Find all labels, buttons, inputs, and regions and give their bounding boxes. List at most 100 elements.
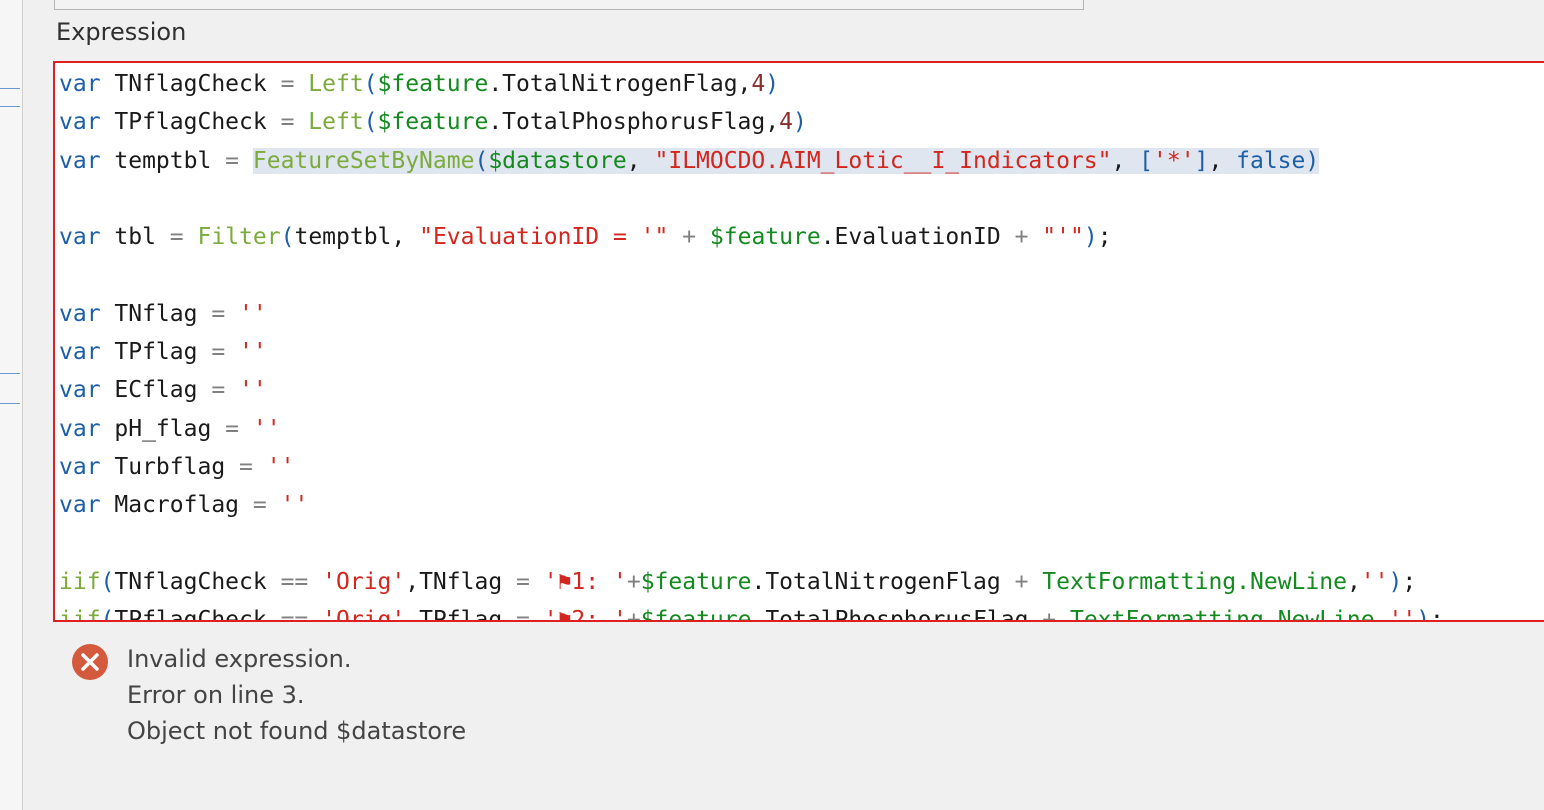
code-token: = (239, 454, 253, 480)
code-token: ) (1388, 568, 1403, 595)
code-token: ,TPflag (405, 607, 517, 622)
code-token: '' (252, 415, 281, 442)
code-token: '' (239, 377, 267, 404)
code-token: "'" (1042, 224, 1084, 251)
code-token: + (1014, 224, 1029, 251)
code-token: ) (1305, 147, 1320, 174)
code-token: = (169, 224, 184, 251)
error-message: Object not found $datastore (127, 717, 467, 745)
code-token: , (1208, 147, 1237, 174)
left-divider (0, 373, 20, 374)
code-token: ] (1194, 147, 1209, 174)
code-token: '⚑1: ' (543, 568, 627, 595)
code-token: == (280, 568, 309, 595)
code-token: .TotalNitrogenFlag, (488, 71, 752, 97)
code-token: == (280, 607, 309, 622)
code-token: ( (363, 71, 378, 97)
code-token: , (626, 147, 655, 174)
code-token: .TotalNitrogenFlag (751, 568, 1015, 595)
code-line: var TPflag = '' (59, 333, 267, 371)
code-token: , (1374, 607, 1389, 622)
code-token: temptbl (100, 147, 226, 174)
error-icon (72, 644, 108, 680)
code-token: ) (765, 71, 780, 97)
code-token: TNflagCheck (100, 71, 281, 97)
code-token: ( (280, 224, 295, 251)
code-token: pH_flag (100, 415, 226, 442)
code-token: + (626, 568, 641, 595)
code-token: FeatureSetByName (252, 147, 475, 174)
code-token: .TotalPhosphorusFlag (751, 607, 1043, 622)
code-token: .TotalPhosphorusFlag, (488, 109, 780, 136)
expression-page: Expression var TNflagCheck = Left($featu… (0, 0, 1544, 810)
code-token: var (59, 224, 101, 251)
code-line: var Macroflag = '' (59, 486, 308, 524)
code-token: var (59, 300, 101, 327)
code-token: Macroflag (100, 492, 253, 519)
code-line: var tbl = Filter(temptbl, "EvaluationID … (59, 218, 1112, 256)
code-token: '⚑2: ' (543, 607, 627, 622)
code-token: Left (308, 71, 364, 97)
code-token: "EvaluationID = '" (419, 224, 669, 251)
code-token: $datastore (488, 147, 627, 174)
left-panel-edge (0, 0, 23, 810)
expression-label: Expression (56, 18, 187, 46)
code-token: ( (474, 147, 489, 174)
code-token: $feature (640, 607, 752, 622)
code-token: ; (1402, 568, 1417, 595)
code-token: = (516, 568, 530, 595)
code-line: var TNflagCheck = Left($feature.TotalNit… (59, 65, 779, 103)
code-token: = (211, 300, 226, 327)
code-token: ,TNflag (405, 568, 517, 595)
code-token: = (280, 71, 295, 97)
code-token: + (626, 607, 641, 622)
code-line: var Turbflag = '' (59, 448, 294, 486)
code-token: ) (792, 109, 807, 136)
code-token: = (225, 147, 240, 174)
code-token: '*' (1153, 147, 1195, 174)
code-token: iif (59, 607, 101, 622)
expression-editor[interactable]: var TNflagCheck = Left($feature.TotalNit… (53, 61, 1544, 622)
code-token: = (516, 607, 530, 622)
code-token: = (211, 339, 226, 366)
code-token: , (1111, 147, 1140, 174)
code-token: TPflagCheck (114, 607, 281, 622)
code-token: 4 (779, 109, 793, 136)
left-divider (0, 106, 20, 107)
code-token: var (59, 377, 101, 404)
left-divider (0, 88, 20, 89)
code-token: TextFormatting.NewLine (1042, 568, 1347, 595)
code-token: TPflag (100, 339, 212, 366)
code-line: iif(TPflagCheck == 'Orig',TPflag = '⚑2: … (59, 601, 1444, 622)
code-token: [ (1139, 147, 1154, 174)
code-token: ( (100, 568, 115, 595)
code-token: 4 (751, 71, 766, 97)
left-divider (0, 403, 20, 404)
code-token: TNflagCheck (114, 568, 281, 595)
code-line: iif(TNflagCheck == 'Orig',TNflag = '⚑1: … (59, 563, 1416, 601)
code-token: var (59, 492, 101, 519)
code-token: '' (280, 492, 309, 519)
code-token: + (1042, 607, 1057, 622)
code-token: ) (1416, 607, 1431, 622)
code-token: $feature (640, 568, 752, 595)
code-token: 'Orig' (322, 607, 406, 622)
upper-field[interactable] (54, 0, 1084, 10)
code-token: '' (1360, 568, 1389, 595)
code-token: , (1346, 568, 1361, 595)
code-token: Filter (197, 224, 281, 251)
code-token: ( (363, 109, 378, 136)
code-token: ; (1430, 607, 1444, 622)
